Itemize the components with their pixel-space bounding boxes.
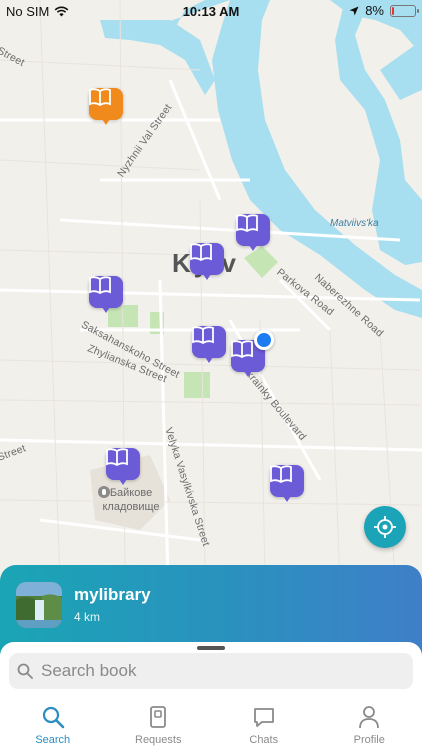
status-bar: No SIM 10:13 AM 8%: [0, 0, 422, 22]
library-pin[interactable]: [89, 276, 123, 313]
tab-profile[interactable]: Profile: [317, 704, 422, 750]
status-right: 8%: [349, 3, 419, 18]
search-icon: [42, 706, 65, 729]
tab-requests[interactable]: Requests: [106, 704, 212, 750]
tab-chats[interactable]: Chats: [211, 704, 317, 750]
map-canvas: [0, 0, 422, 580]
search-bar[interactable]: [9, 653, 413, 689]
book-icon: [270, 465, 292, 483]
requests-icon: [150, 706, 167, 728]
cemetery-name-line2: кладовище: [102, 501, 160, 513]
cemetery-icon: [98, 486, 110, 498]
library-thumbnail: [16, 582, 62, 628]
sheet-drag-handle[interactable]: [197, 646, 225, 650]
profile-icon: [359, 706, 380, 729]
tab-label: Chats: [249, 734, 279, 746]
bottom-sheet: Search Requests Chats: [0, 642, 422, 750]
carrier-label: No SIM: [6, 4, 50, 19]
book-icon: [89, 88, 111, 106]
book-icon: [106, 448, 128, 466]
library-pin[interactable]: [270, 465, 304, 502]
crosshair-icon: [374, 516, 396, 538]
tab-label: Profile: [353, 734, 385, 746]
book-icon: [192, 326, 214, 344]
book-icon: [236, 214, 258, 232]
search-book-input[interactable]: [41, 661, 401, 681]
wifi-icon: [54, 6, 69, 17]
library-distance: 4 km: [74, 610, 101, 624]
library-pin[interactable]: [192, 326, 226, 363]
tab-bar: Search Requests Chats Profile: [0, 704, 422, 750]
library-pin[interactable]: [106, 448, 140, 485]
tab-label: Search: [35, 734, 71, 746]
user-location-dot: [254, 330, 274, 350]
library-pin[interactable]: [190, 243, 224, 280]
battery-level: [392, 6, 394, 15]
battery-icon: [390, 4, 419, 17]
battery-percent: 8%: [365, 3, 384, 18]
chat-icon: [253, 708, 274, 727]
map-view[interactable]: Street Nyzhnii Val Street Parkova Road N…: [0, 0, 422, 580]
library-name: mylibrary: [74, 585, 151, 604]
library-pin-orange[interactable]: [89, 88, 123, 125]
search-icon: [17, 663, 33, 679]
tab-search[interactable]: Search: [0, 704, 106, 750]
book-icon: [190, 243, 212, 261]
carrier-group: No SIM: [6, 4, 69, 19]
waterfall-photo: [16, 582, 62, 628]
cemetery-label: Байкове кладовище: [98, 486, 164, 514]
tab-label: Requests: [135, 734, 182, 746]
location-arrow-icon: [349, 6, 359, 15]
book-icon: [231, 340, 253, 358]
locate-me-button[interactable]: [364, 506, 406, 548]
river-label: Matviivs'ka: [330, 218, 379, 229]
library-pin[interactable]: [236, 214, 270, 251]
book-icon: [89, 276, 111, 294]
